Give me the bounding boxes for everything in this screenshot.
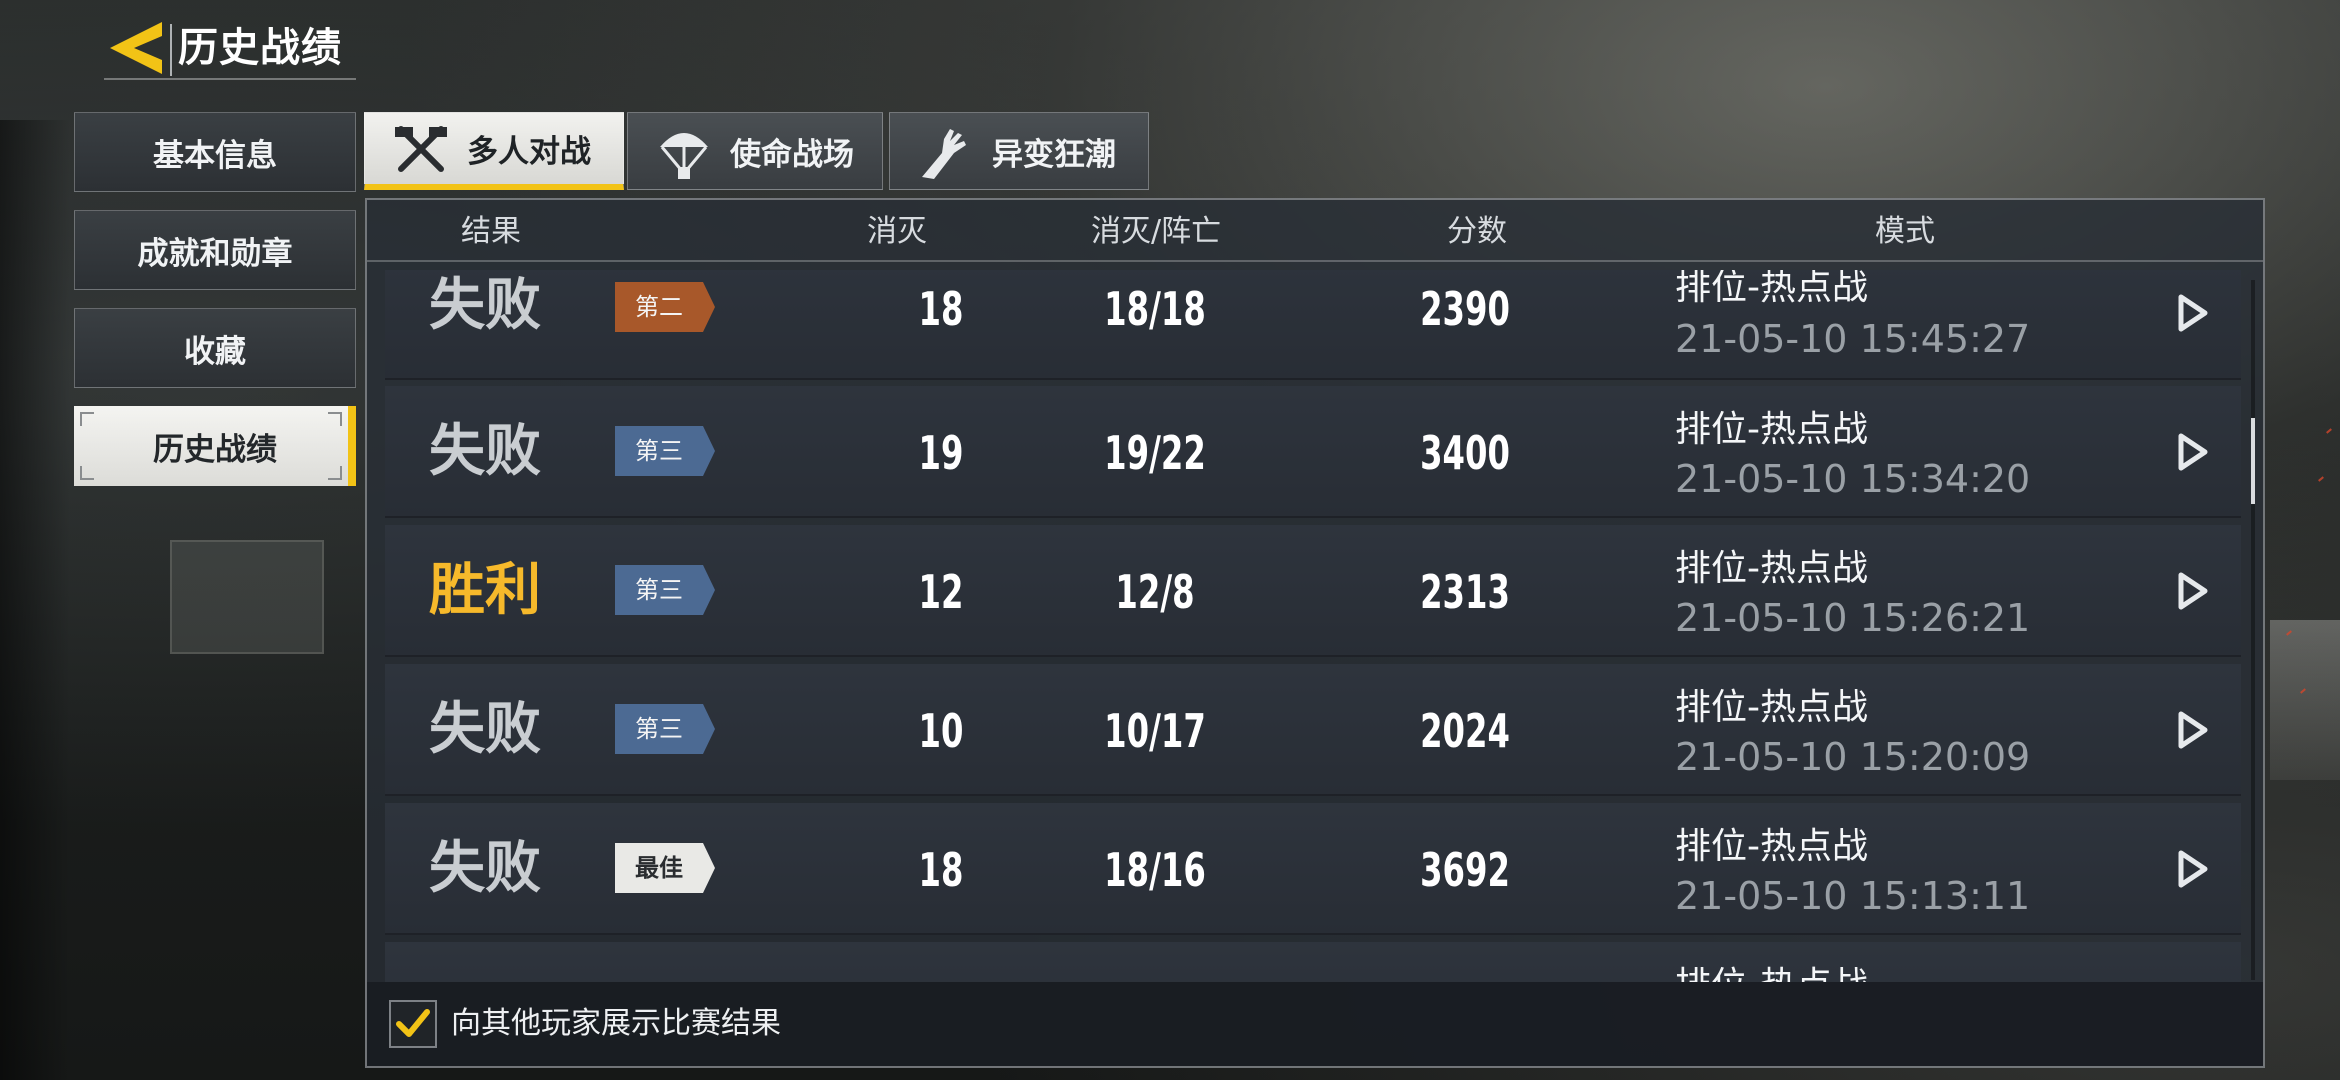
match-row[interactable]: 失败 第二 18 18/18 2390 排位-热点战 21-05-10 15:4…: [385, 270, 2241, 380]
tab-label: 异变狂潮: [992, 136, 1116, 173]
tab-multiplayer[interactable]: 多人对战: [364, 112, 624, 190]
title-underline: [104, 78, 356, 80]
score-value: 2313: [1420, 565, 1510, 619]
rank-badge: 第三: [615, 704, 715, 754]
crossed-guns-icon: [395, 125, 447, 172]
column-header-score: 分数: [1447, 214, 1507, 249]
match-time: 21-05-10 15:13:11: [1675, 874, 2031, 918]
corner-bracket: [80, 412, 94, 426]
play-details-icon[interactable]: [2175, 293, 2209, 333]
match-result: 失败: [429, 836, 541, 901]
mode-label: 排位-热点战: [1675, 270, 1868, 308]
background-left-panel: [0, 120, 70, 1080]
column-header-mode: 模式: [1875, 214, 1935, 249]
back-button[interactable]: [104, 18, 164, 78]
kills-value: 18: [918, 282, 964, 336]
mode-label: 排位-热点战: [1675, 548, 1868, 589]
match-time: 21-05-10 15:26:21: [1675, 596, 2031, 640]
kd-value: 12/8: [1115, 565, 1195, 619]
match-row[interactable]: 失败 第三 19 19/22 3400 排位-热点战 21-05-10 15:3…: [385, 386, 2241, 518]
show-results-checkbox[interactable]: [389, 1000, 437, 1048]
tab-label: 使命战场: [730, 136, 854, 173]
tab-battle-royale[interactable]: 使命战场: [627, 112, 883, 190]
match-row[interactable]: 失败 第三 10 10/17 2024 排位-热点战 21-05-10 15:2…: [385, 664, 2241, 796]
scrollbar-thumb[interactable]: [2251, 418, 2255, 504]
background-pipe: [2270, 620, 2340, 780]
kills-value: 10: [918, 704, 964, 758]
kd-value: 10/17: [1104, 704, 1206, 758]
kills-value: 12: [918, 565, 964, 619]
column-header-kd: 消灭/阵亡: [1091, 214, 1222, 249]
corner-bracket: [80, 466, 94, 480]
score-value: 2390: [1420, 282, 1510, 336]
header-divider: [367, 260, 2263, 262]
footer-bar: 向其他玩家展示比赛结果: [367, 982, 2263, 1066]
match-time: 21-05-10 15:45:27: [1675, 317, 2031, 361]
match-row[interactable]: 排位-热点战: [385, 942, 2241, 982]
corner-bracket: [328, 412, 342, 426]
sidebar-item-label: 收藏: [184, 333, 246, 370]
match-result: 失败: [429, 697, 541, 762]
scrollbar[interactable]: [2251, 280, 2255, 980]
sidebar-item-collection[interactable]: 收藏: [74, 308, 356, 388]
match-result: 失败: [429, 419, 541, 484]
mode-label: 排位-热点战: [1675, 968, 1868, 983]
tab-label: 多人对战: [467, 134, 591, 170]
page-title: 历史战绩: [178, 25, 342, 71]
score-value: 3400: [1420, 426, 1510, 480]
kills-value: 18: [918, 843, 964, 897]
rank-badge: 第三: [615, 426, 715, 476]
sidebar-item-label: 成就和勋章: [137, 235, 293, 272]
match-result: 胜利: [429, 558, 541, 623]
play-details-icon[interactable]: [2175, 849, 2209, 889]
title-separator: [170, 24, 172, 76]
zombie-arm-icon: [922, 129, 966, 179]
mode-label: 排位-热点战: [1675, 687, 1868, 728]
sidebar-item-label: 历史战绩: [153, 431, 277, 468]
mode-label: 排位-热点战: [1675, 409, 1868, 450]
rank-badge: 第三: [615, 565, 715, 615]
parachute-icon: [660, 133, 708, 179]
rank-badge: 第二: [615, 282, 715, 332]
tab-undead-siege[interactable]: 异变狂潮: [889, 112, 1149, 190]
match-row[interactable]: 胜利 第三 12 12/8 2313 排位-热点战 21-05-10 15:26…: [385, 525, 2241, 657]
show-results-label: 向其他玩家展示比赛结果: [451, 1006, 781, 1041]
corner-bracket: [328, 466, 342, 480]
play-details-icon[interactable]: [2175, 571, 2209, 611]
match-time: 21-05-10 15:34:20: [1675, 457, 2031, 501]
sidebar-item-achievements[interactable]: 成就和勋章: [74, 210, 356, 290]
rank-badge: 最佳: [615, 843, 715, 893]
match-list[interactable]: 失败 第二 18 18/18 2390 排位-热点战 21-05-10 15:4…: [385, 270, 2241, 982]
match-history-panel: 结果 消灭 消灭/阵亡 分数 模式 失败 第二 18 18/18 2390 排位…: [365, 198, 2265, 1068]
match-result: 失败: [429, 273, 541, 338]
kills-value: 19: [918, 426, 964, 480]
column-header-result: 结果: [461, 214, 521, 249]
checkmark-icon: [396, 1009, 430, 1037]
kd-value: 18/18: [1104, 282, 1206, 336]
score-value: 3692: [1420, 843, 1510, 897]
play-details-icon[interactable]: [2175, 432, 2209, 472]
play-details-icon[interactable]: [2175, 710, 2209, 750]
sidebar-item-basic-info[interactable]: 基本信息: [74, 112, 356, 192]
column-header-kills: 消灭: [867, 214, 927, 249]
background-machine: [170, 540, 324, 654]
sidebar-item-label: 基本信息: [153, 137, 277, 174]
match-time: 21-05-10 15:20:09: [1675, 735, 2031, 779]
kd-value: 19/22: [1104, 426, 1206, 480]
score-value: 2024: [1420, 704, 1510, 758]
mode-label: 排位-热点战: [1675, 826, 1868, 867]
match-row[interactable]: 失败 最佳 18 18/16 3692 排位-热点战 21-05-10 15:1…: [385, 803, 2241, 935]
kd-value: 18/16: [1104, 843, 1206, 897]
sidebar-item-match-history[interactable]: 历史战绩: [74, 406, 356, 486]
back-arrow-icon: [110, 22, 162, 74]
